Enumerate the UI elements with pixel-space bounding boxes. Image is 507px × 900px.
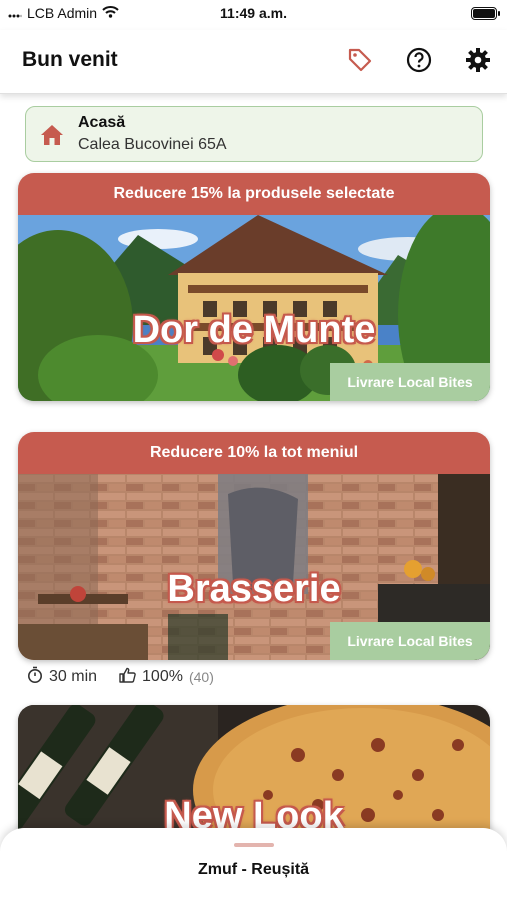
app-header: Bun venit (0, 30, 507, 94)
rating-percent: 100% (142, 668, 183, 685)
restaurant-photo: Dor de Munte Livrare Local Bites (18, 215, 490, 401)
clock: 11:49 a.m. (220, 5, 287, 21)
rating-count: (40) (188, 669, 214, 685)
stopwatch-icon (27, 666, 43, 688)
restaurant-card-brasserie[interactable]: Reducere 10% la tot meniul Brasserie Liv… (18, 432, 490, 660)
help-icon[interactable] (405, 46, 433, 74)
tag-icon[interactable] (346, 46, 374, 74)
delivery-address-card[interactable]: Acasă Calea Bucovinei 65A (25, 106, 483, 162)
battery-icon (471, 7, 500, 20)
restaurant-photo: Brasserie Livrare Local Bites (18, 474, 490, 660)
bottom-sheet[interactable]: Zmuf - Reușită (0, 828, 507, 900)
page-title: Bun venit (22, 48, 118, 71)
promo-banner: Reducere 10% la tot meniul (18, 432, 490, 474)
restaurant-name: Dor de Munte (132, 309, 376, 351)
delivery-time: 30 min (49, 668, 98, 685)
promo-banner: Reducere 15% la produsele selectate (18, 173, 490, 215)
restaurant-card-dor-de-munte[interactable]: Reducere 15% la produsele selectate Dor … (18, 173, 490, 401)
restaurant-name: Brasserie (167, 568, 341, 610)
restaurant-meta-row: 30 min 100% (40) (27, 666, 214, 688)
delivery-badge: Livrare Local Bites (330, 363, 490, 401)
address-street: Calea Bucovinei 65A (78, 136, 227, 153)
sheet-label: Zmuf - Reușită (197, 861, 310, 878)
status-bar: LCB Admin 11:49 a.m. (0, 0, 507, 28)
sheet-drag-handle[interactable] (234, 843, 274, 847)
settings-gear-icon[interactable] (464, 46, 492, 74)
thumbs-up-icon (119, 667, 136, 688)
address-name: Acasă (78, 114, 126, 131)
delivery-badge: Livrare Local Bites (330, 622, 490, 660)
home-icon (40, 124, 64, 151)
